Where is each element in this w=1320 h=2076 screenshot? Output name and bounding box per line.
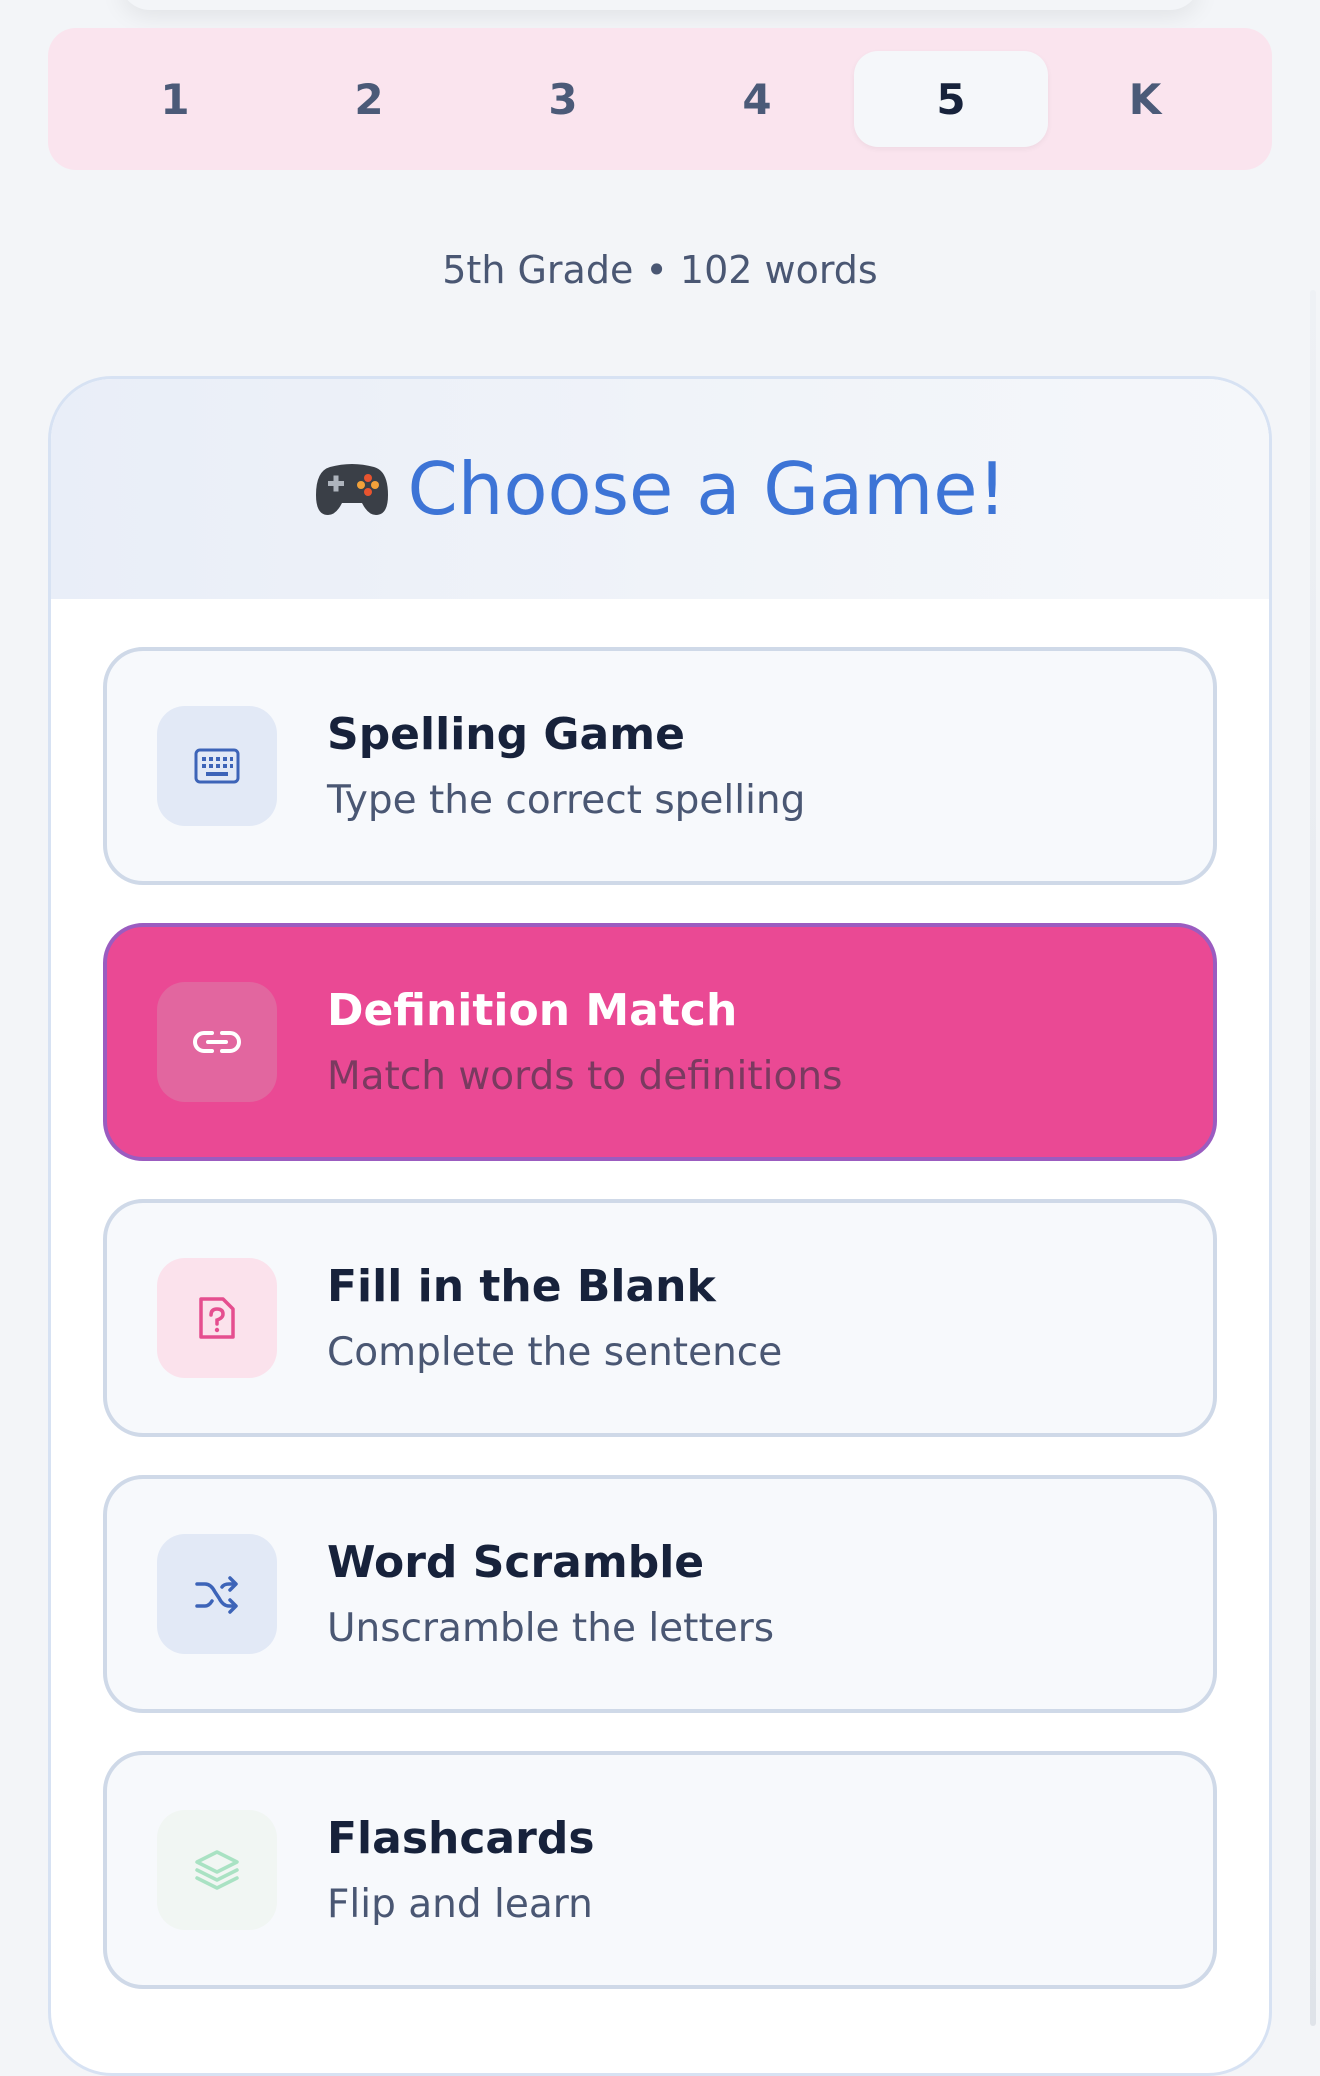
shuffle-icon [157,1534,277,1654]
game-option-fill-blank[interactable]: Fill in the Blank Complete the sentence [103,1199,1217,1437]
game-subtitle: Unscramble the letters [327,1606,775,1651]
grade-selector: 1 2 3 4 5 K [48,28,1272,170]
game-title: Word Scramble [327,1537,705,1588]
link-icon [157,982,277,1102]
game-title: Fill in the Blank [327,1261,716,1312]
game-subtitle: Complete the sentence [327,1330,783,1375]
grade-tab-3[interactable]: 3 [466,51,660,147]
game-option-spelling[interactable]: Spelling Game Type the correct spelling [103,647,1217,885]
game-subtitle: Flip and learn [327,1882,593,1927]
page-title: Choose a Game! [407,447,1007,531]
game-title: Spelling Game [327,709,685,760]
grade-tab-2[interactable]: 2 [272,51,466,147]
scrollbar[interactable] [1310,290,1316,2026]
grade-tab-k[interactable]: K [1048,51,1242,147]
layers-icon [157,1810,277,1930]
game-title: Flashcards [327,1813,595,1864]
top-shadow [120,0,1200,10]
question-file-icon [157,1258,277,1378]
game-list: Spelling Game Type the correct spelling … [103,647,1217,2027]
game-title: Definition Match [327,985,738,1036]
game-subtitle: Type the correct spelling [327,778,806,823]
grade-tab-1[interactable]: 1 [78,51,272,147]
game-controller-icon [314,459,390,519]
card-header: Choose a Game! [51,379,1269,599]
game-option-word-scramble[interactable]: Word Scramble Unscramble the letters [103,1475,1217,1713]
game-option-definition-match[interactable]: Definition Match Match words to definiti… [103,923,1217,1161]
grade-info: 5th Grade • 102 words [442,248,878,292]
game-picker-card: Choose a Game! Spelling Game Type the co… [48,376,1272,2076]
grade-tab-5[interactable]: 5 [854,51,1048,147]
grade-tab-4[interactable]: 4 [660,51,854,147]
keyboard-icon [157,706,277,826]
game-subtitle: Match words to definitions [327,1054,843,1099]
game-option-flashcards[interactable]: Flashcards Flip and learn [103,1751,1217,1989]
